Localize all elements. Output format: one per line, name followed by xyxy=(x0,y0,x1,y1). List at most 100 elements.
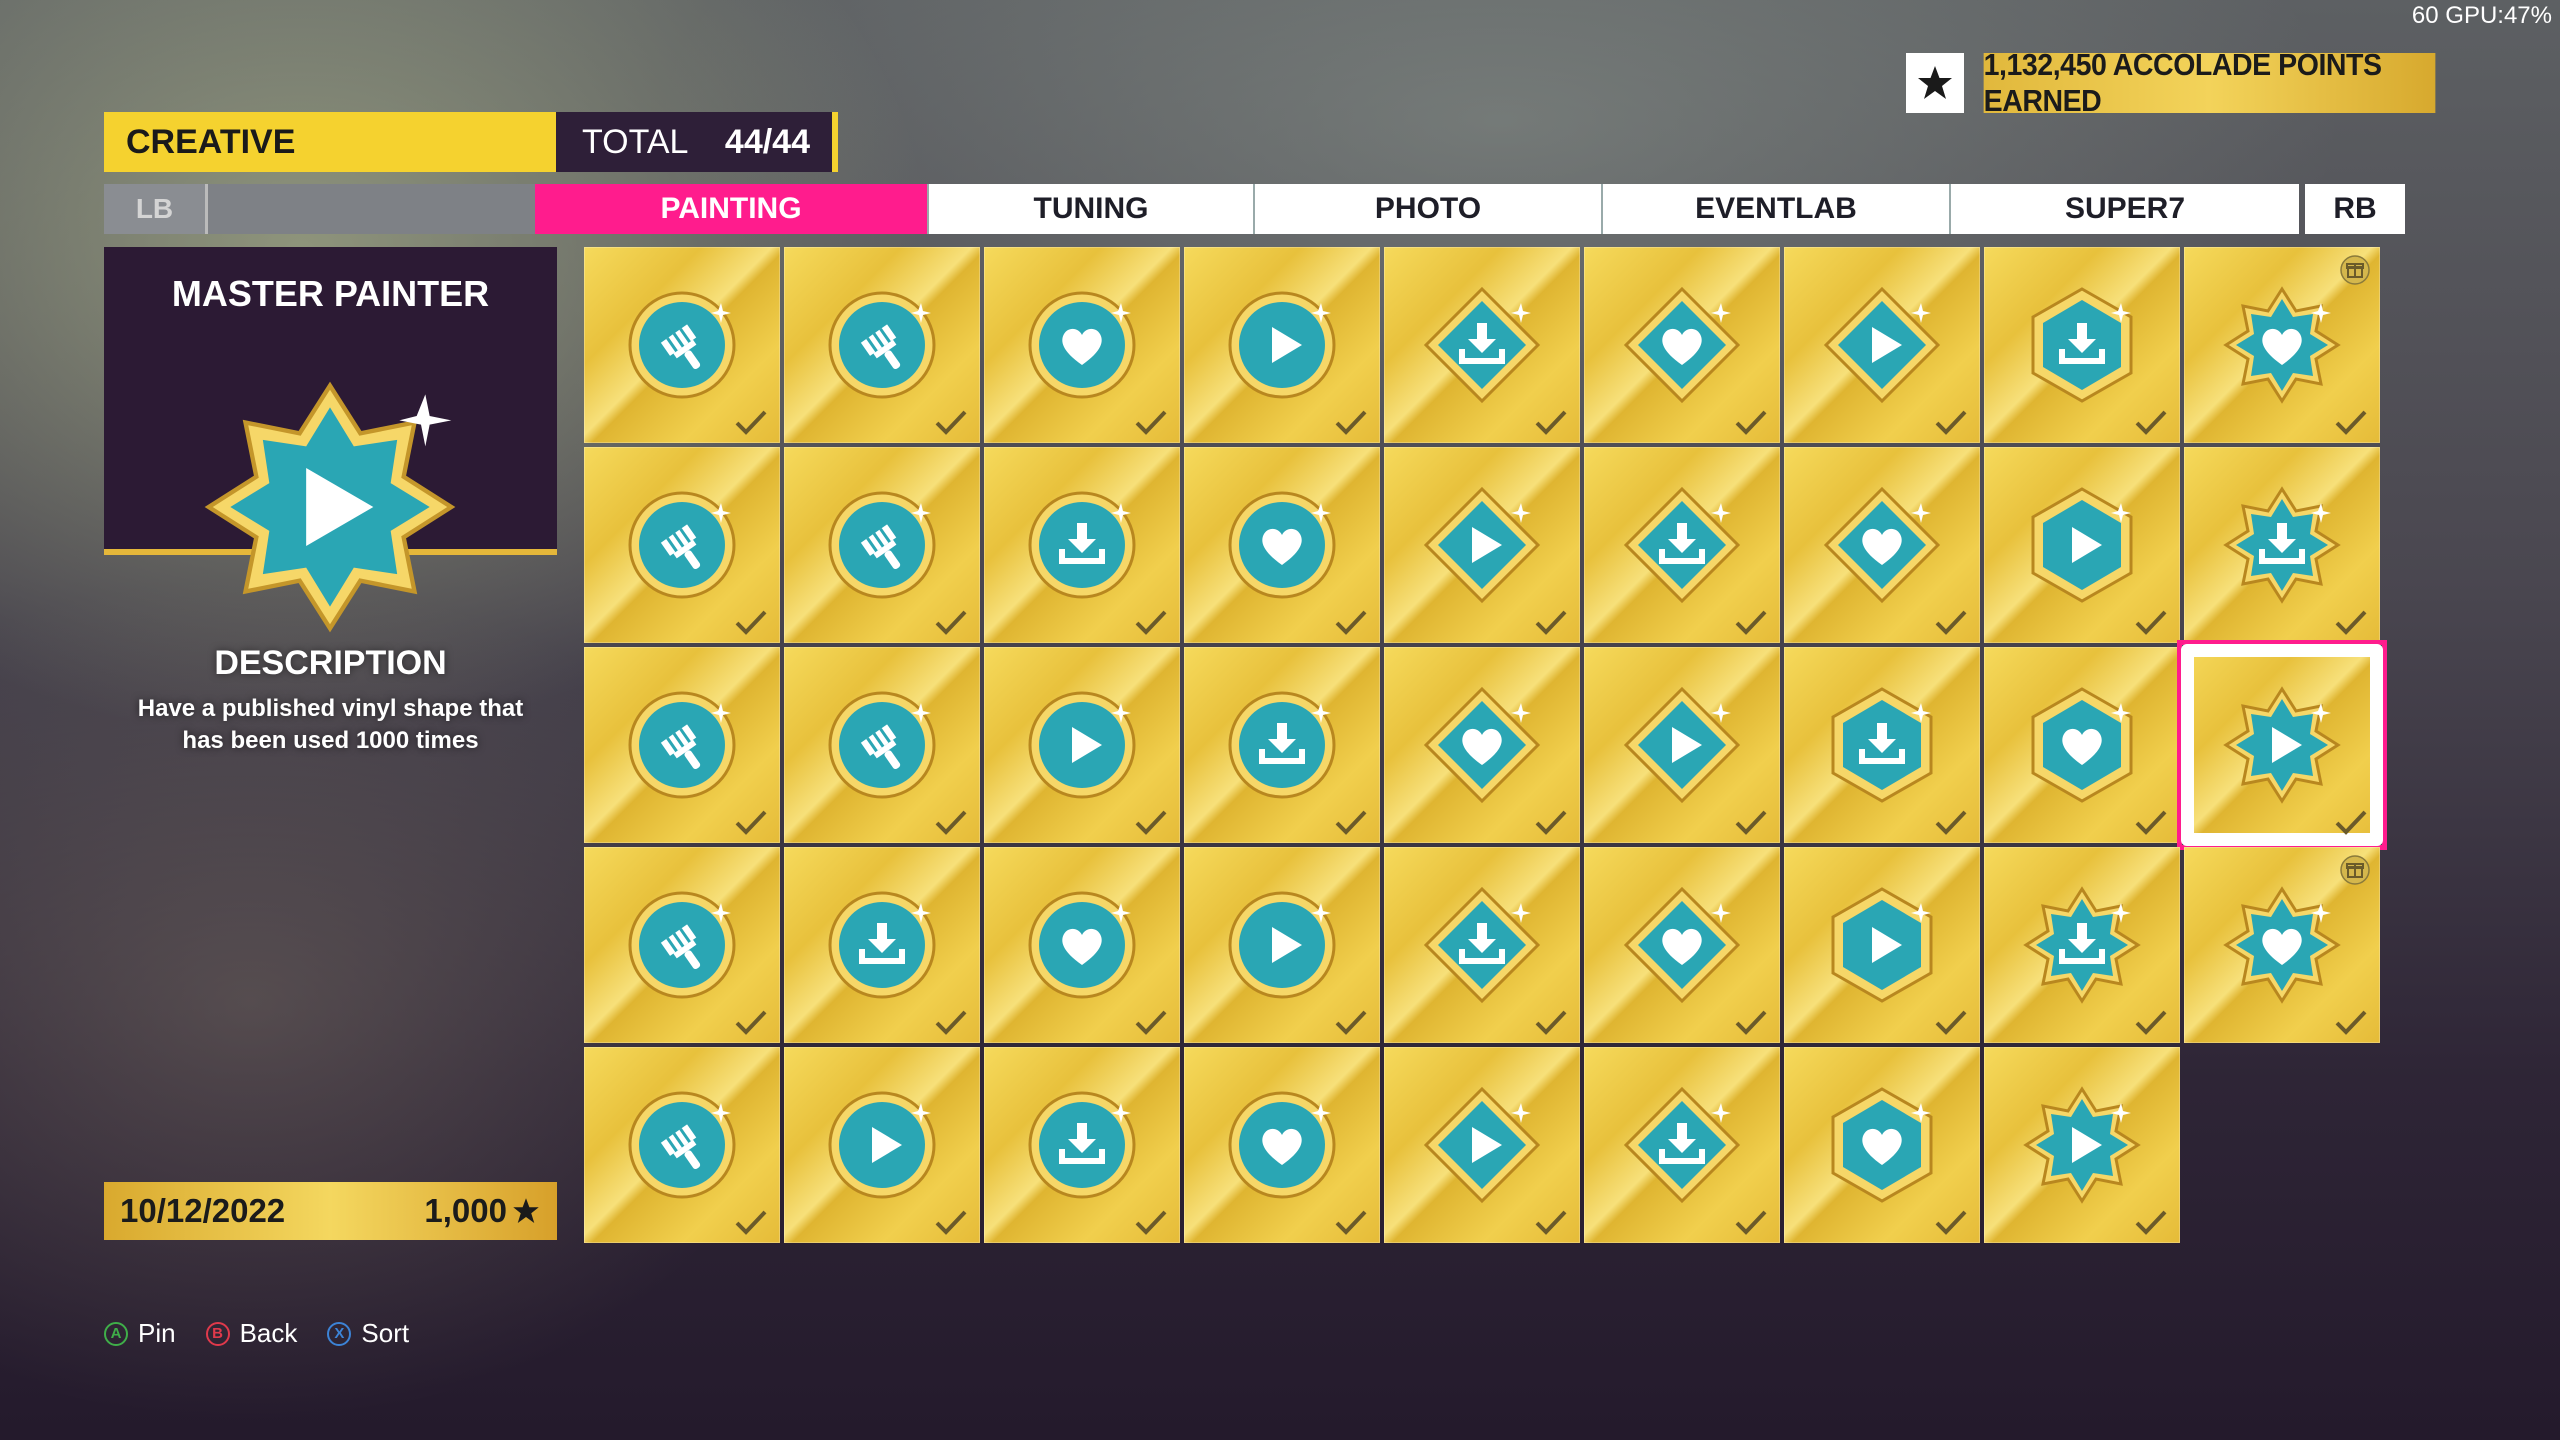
accolade-tile[interactable] xyxy=(584,647,780,843)
accolade-tile[interactable] xyxy=(2177,640,2387,850)
category-header: CREATIVE TOTAL 44/44 xyxy=(104,112,838,172)
accolade-tile[interactable] xyxy=(584,447,780,643)
performance-overlay: 60 GPU:47% xyxy=(2411,2,2552,29)
accolade-tile[interactable] xyxy=(1184,1047,1380,1243)
accolade-tile[interactable] xyxy=(1784,447,1980,643)
brush-icon xyxy=(828,291,936,399)
heart-icon xyxy=(1028,891,1136,999)
accolade-tile[interactable] xyxy=(1584,447,1780,643)
brush-icon xyxy=(828,691,936,799)
checkmark-icon xyxy=(1535,1010,1567,1035)
accolade-tile[interactable] xyxy=(984,647,1180,843)
checkmark-icon xyxy=(1935,1210,1967,1235)
tab-painting[interactable]: PAINTING xyxy=(535,184,929,234)
heart-icon xyxy=(1623,286,1741,404)
checkmark-icon xyxy=(1135,1010,1167,1035)
category-total: TOTAL 44/44 xyxy=(556,112,838,172)
download-icon xyxy=(1623,486,1741,604)
heart-icon xyxy=(2031,687,2133,803)
accolade-tile[interactable] xyxy=(1184,247,1380,443)
checkmark-icon xyxy=(2335,410,2367,435)
checkmark-icon xyxy=(1135,410,1167,435)
accolade-tile[interactable] xyxy=(2184,847,2380,1043)
heart-icon xyxy=(2223,886,2341,1004)
accolade-tile[interactable] xyxy=(1384,1047,1580,1243)
star-icon xyxy=(1906,53,1964,113)
download-icon xyxy=(1423,286,1541,404)
play-icon xyxy=(1823,286,1941,404)
brush-icon xyxy=(628,491,736,599)
tab-tuning[interactable]: TUNING xyxy=(929,184,1255,234)
category-name: CREATIVE xyxy=(104,112,556,172)
accolade-tile[interactable] xyxy=(984,247,1180,443)
total-label: TOTAL xyxy=(582,122,689,161)
accolade-tile[interactable] xyxy=(1384,847,1580,1043)
tab-bar: LB PAINTING TUNING PHOTO EVENTLAB SUPER7… xyxy=(104,184,2405,234)
accolade-tile[interactable] xyxy=(2184,247,2380,443)
accolade-tile[interactable] xyxy=(1984,447,2180,643)
checkmark-icon xyxy=(1735,410,1767,435)
accolade-tile[interactable] xyxy=(1984,647,2180,843)
hint-pin[interactable]: A Pin xyxy=(104,1318,176,1349)
accolade-tile[interactable] xyxy=(2184,447,2380,643)
accolade-tile[interactable] xyxy=(1784,647,1980,843)
tab-spacer xyxy=(208,184,535,234)
download-icon xyxy=(1028,1091,1136,1199)
checkmark-icon xyxy=(1135,1210,1167,1235)
checkmark-icon xyxy=(1335,1210,1367,1235)
play-icon xyxy=(2023,1086,2141,1204)
tab-left-bumper[interactable]: LB xyxy=(104,184,208,234)
accolade-tile[interactable] xyxy=(1984,847,2180,1043)
tab-right-bumper[interactable]: RB xyxy=(2305,184,2405,234)
accolade-tile[interactable] xyxy=(784,847,980,1043)
accolade-tile[interactable] xyxy=(584,847,780,1043)
accolade-tile[interactable] xyxy=(584,1047,780,1243)
reward-points: 1,000 xyxy=(424,1192,507,1229)
play-icon xyxy=(1423,1086,1541,1204)
accolade-grid xyxy=(584,247,2387,1243)
brush-icon xyxy=(628,291,736,399)
download-icon xyxy=(2223,486,2341,604)
accolade-tile[interactable] xyxy=(1984,1047,2180,1243)
accolade-tile[interactable] xyxy=(784,247,980,443)
tab-eventlab[interactable]: EVENTLAB xyxy=(1603,184,1951,234)
brush-icon xyxy=(628,891,736,999)
accolade-reward: 1,000 xyxy=(424,1192,541,1230)
accolade-tile[interactable] xyxy=(1784,1047,1980,1243)
accolade-tile[interactable] xyxy=(1584,647,1780,843)
accolade-tile[interactable] xyxy=(1784,847,1980,1043)
checkmark-icon xyxy=(1935,410,1967,435)
star-icon xyxy=(513,1198,539,1223)
hint-label: Pin xyxy=(138,1318,176,1348)
tab-super7[interactable]: SUPER7 xyxy=(1951,184,2299,234)
accolade-tile[interactable] xyxy=(784,1047,980,1243)
accolade-tile[interactable] xyxy=(784,447,980,643)
hint-back[interactable]: B Back xyxy=(205,1318,297,1349)
checkmark-icon xyxy=(1735,1010,1767,1035)
accolade-tile[interactable] xyxy=(1584,847,1780,1043)
tab-photo[interactable]: PHOTO xyxy=(1255,184,1603,234)
checkmark-icon xyxy=(1135,610,1167,635)
heart-icon xyxy=(1823,486,1941,604)
accolade-tile[interactable] xyxy=(1184,647,1380,843)
checkmark-icon xyxy=(1935,1010,1967,1035)
accolade-tile[interactable] xyxy=(1384,247,1580,443)
accolade-tile[interactable] xyxy=(1184,847,1380,1043)
accolade-tile[interactable] xyxy=(1184,447,1380,643)
accolade-tile[interactable] xyxy=(784,647,980,843)
accolade-tile[interactable] xyxy=(1584,1047,1780,1243)
accolade-tile[interactable] xyxy=(1984,247,2180,443)
download-icon xyxy=(2031,287,2133,403)
accolade-tile[interactable] xyxy=(1584,247,1780,443)
checkmark-icon xyxy=(735,610,767,635)
accolade-tile[interactable] xyxy=(1784,247,1980,443)
accolade-tile[interactable] xyxy=(584,247,780,443)
checkmark-icon xyxy=(735,410,767,435)
accolade-tile[interactable] xyxy=(984,447,1180,643)
accolade-tile[interactable] xyxy=(1384,447,1580,643)
checkmark-icon xyxy=(1335,610,1367,635)
accolade-tile[interactable] xyxy=(1384,647,1580,843)
accolade-tile[interactable] xyxy=(984,847,1180,1043)
accolade-tile[interactable] xyxy=(984,1047,1180,1243)
hint-sort[interactable]: X Sort xyxy=(327,1318,409,1349)
